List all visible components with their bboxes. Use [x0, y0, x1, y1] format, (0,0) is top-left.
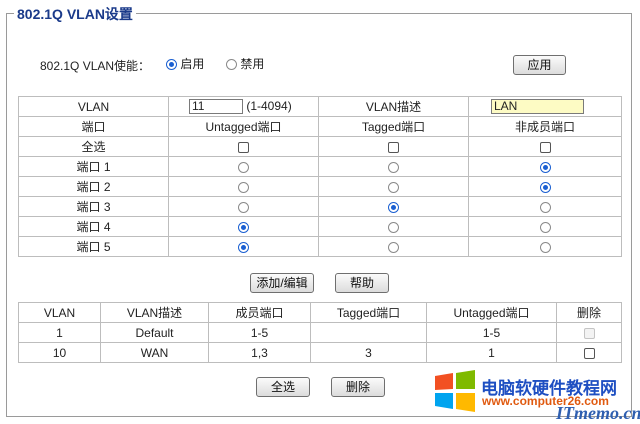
enable-label: 802.1Q VLAN使能：: [40, 59, 151, 73]
apply-button[interactable]: 应用: [513, 55, 566, 75]
row-members: 1-5: [208, 322, 311, 343]
list-header-members: 成员端口: [208, 302, 311, 323]
header-non-member: 非成员端口: [468, 116, 622, 137]
vlan-list-row: 10 WAN 1,3 3 1: [18, 342, 622, 363]
row-untagged: 1: [426, 342, 557, 363]
list-header-untagged: Untagged端口: [426, 302, 557, 323]
header-untagged: Untagged端口: [168, 116, 319, 137]
list-header-delete: 删除: [556, 302, 622, 323]
port-non-member-radio[interactable]: [539, 241, 551, 253]
config-row-vlan: VLAN 11 (1-4094) VLAN描述 LAN: [18, 96, 622, 117]
row-delete-checkbox[interactable]: [583, 347, 595, 359]
vlan-label: VLAN: [18, 96, 169, 117]
enable-on-radio[interactable]: [166, 59, 177, 71]
row-desc: WAN: [100, 342, 209, 363]
port-tagged-radio[interactable]: [388, 201, 399, 213]
select-all-row: 全选: [18, 136, 622, 157]
row-vlan-id: 10: [18, 342, 101, 363]
vlan-list-row: 1 Default 1-5 1-5: [18, 322, 622, 343]
port-row: 端口 1: [18, 156, 622, 177]
header-tagged: Tagged端口: [318, 116, 469, 137]
header-port: 端口: [18, 116, 169, 137]
list-header-tagged: Tagged端口: [310, 302, 427, 323]
enable-on-label: 启用: [180, 57, 205, 71]
port-tagged-radio[interactable]: [388, 161, 399, 173]
port-tagged-radio[interactable]: [388, 241, 399, 253]
port-name: 端口 5: [18, 236, 169, 257]
row-untagged: 1-5: [426, 322, 557, 343]
windows-logo-icon: [435, 370, 475, 412]
port-non-member-radio[interactable]: [539, 161, 551, 173]
row-tagged: 3: [310, 342, 427, 363]
port-row: 端口 5: [18, 236, 622, 257]
port-non-member-radio[interactable]: [539, 221, 551, 233]
port-row: 端口 3: [18, 196, 622, 217]
port-untagged-radio[interactable]: [238, 201, 249, 213]
vlan-desc-input[interactable]: LAN: [491, 99, 584, 115]
delete-button[interactable]: 删除: [331, 377, 385, 397]
list-header-vlan: VLAN: [18, 302, 101, 323]
list-header-desc: VLAN描述: [100, 302, 209, 323]
port-tagged-radio[interactable]: [388, 181, 399, 193]
port-untagged-radio[interactable]: [238, 181, 249, 193]
port-non-member-radio[interactable]: [539, 201, 551, 213]
vlan-id-input[interactable]: 11: [189, 99, 243, 115]
vlan-config-table: VLAN 11 (1-4094) VLAN描述 LAN 端口 Untagged端…: [18, 96, 622, 257]
port-untagged-radio[interactable]: [238, 161, 249, 173]
port-row: 端口 4: [18, 216, 622, 237]
enable-off-label: 禁用: [240, 57, 265, 71]
port-untagged-radio[interactable]: [238, 221, 249, 233]
row-tagged: [310, 322, 427, 343]
add-edit-button[interactable]: 添加/编辑: [250, 273, 314, 293]
enable-on-option[interactable]: 启用: [166, 55, 204, 72]
port-untagged-radio[interactable]: [238, 241, 249, 253]
config-header-row: 端口 Untagged端口 Tagged端口 非成员端口: [18, 116, 622, 137]
select-all-tagged-checkbox[interactable]: [388, 141, 399, 153]
vlan-desc-label: VLAN描述: [318, 96, 469, 117]
port-tagged-radio[interactable]: [388, 221, 399, 233]
row-members: 1,3: [208, 342, 311, 363]
port-name: 端口 4: [18, 216, 169, 237]
select-all-button[interactable]: 全选: [256, 377, 310, 397]
select-all-label: 全选: [18, 136, 169, 157]
select-all-non-member-checkbox[interactable]: [539, 141, 551, 153]
row-delete-checkbox: [583, 327, 595, 339]
port-name: 端口 1: [18, 156, 169, 177]
port-name: 端口 2: [18, 176, 169, 197]
enable-off-radio[interactable]: [226, 59, 237, 71]
port-name: 端口 3: [18, 196, 169, 217]
port-row: 端口 2: [18, 176, 622, 197]
vlan-list-table: VLAN VLAN描述 成员端口 Tagged端口 Untagged端口 删除 …: [18, 302, 622, 363]
enable-off-option[interactable]: 禁用: [226, 55, 264, 72]
help-button[interactable]: 帮助: [335, 273, 389, 293]
select-all-untagged-checkbox[interactable]: [238, 141, 249, 153]
list-header-row: VLAN VLAN描述 成员端口 Tagged端口 Untagged端口 删除: [18, 302, 622, 323]
panel-title: 802.1Q VLAN设置: [14, 4, 136, 24]
row-vlan-id: 1: [18, 322, 101, 343]
watermark-itmemo: ITmemo.cn: [556, 403, 640, 423]
vlan-range-hint: (1-4094): [246, 98, 292, 113]
port-non-member-radio[interactable]: [539, 181, 551, 193]
row-desc: Default: [100, 322, 209, 343]
